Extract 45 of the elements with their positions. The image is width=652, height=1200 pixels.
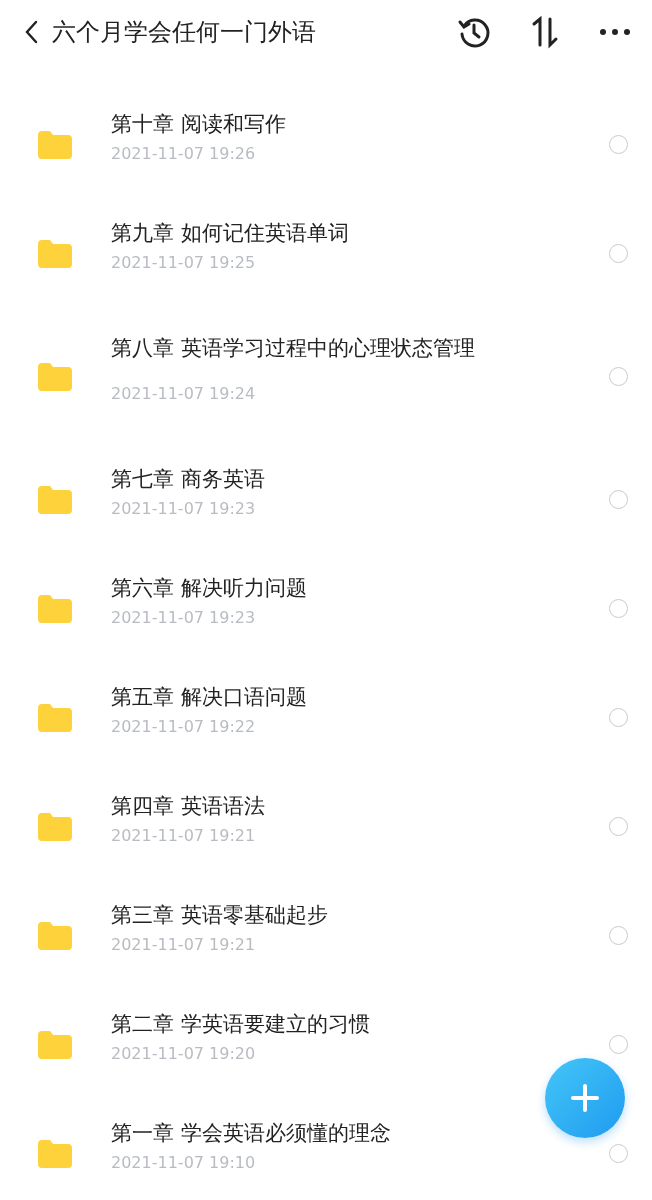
folder-name[interactable]: 第二章 学英语要建立的习惯 xyxy=(111,1010,370,1038)
folder-icon xyxy=(38,485,72,514)
folder-icon xyxy=(38,812,72,841)
folder-name[interactable]: 第五章 解决口语问题 xyxy=(111,683,307,711)
folder-name[interactable]: 第四章 英语语法 xyxy=(111,792,265,820)
plus-icon xyxy=(570,1083,600,1113)
folder-name[interactable]: 第九章 如何记住英语单词 xyxy=(111,219,349,247)
folder-icon xyxy=(38,1139,72,1168)
select-radio[interactable] xyxy=(609,367,628,386)
page-title: 六个月学会任何一门外语 xyxy=(52,17,317,48)
select-radio[interactable] xyxy=(609,135,628,154)
folder-date: 2021-11-07 19:23 xyxy=(111,608,256,627)
folder-date: 2021-11-07 19:23 xyxy=(111,499,256,518)
folder-name[interactable]: 第十章 阅读和写作 xyxy=(111,110,286,138)
more-icon[interactable] xyxy=(598,27,632,37)
folder-date: 2021-11-07 19:26 xyxy=(111,144,256,163)
folder-name[interactable]: 第一章 学会英语必须懂的理念 xyxy=(111,1119,391,1147)
folder-name[interactable]: 第七章 商务英语 xyxy=(111,465,265,493)
add-button[interactable] xyxy=(545,1058,625,1138)
select-radio[interactable] xyxy=(609,1035,628,1054)
folder-date: 2021-11-07 19:10 xyxy=(111,1153,256,1172)
folder-date: 2021-11-07 19:20 xyxy=(111,1044,256,1063)
folder-date: 2021-11-07 19:21 xyxy=(111,935,256,954)
folder-date: 2021-11-07 19:24 xyxy=(111,384,256,403)
select-radio[interactable] xyxy=(609,244,628,263)
select-radio[interactable] xyxy=(609,599,628,618)
folder-icon xyxy=(38,239,72,268)
folder-icon xyxy=(38,362,72,391)
select-radio[interactable] xyxy=(609,926,628,945)
folder-date: 2021-11-07 19:21 xyxy=(111,826,256,845)
folder-date: 2021-11-07 19:25 xyxy=(111,253,256,272)
folder-icon xyxy=(38,130,72,159)
folder-date: 2021-11-07 19:22 xyxy=(111,717,256,736)
folder-name[interactable]: 第三章 英语零基础起步 xyxy=(111,901,328,929)
folder-icon xyxy=(38,703,72,732)
back-icon[interactable] xyxy=(24,20,38,44)
select-radio[interactable] xyxy=(609,708,628,727)
select-radio[interactable] xyxy=(609,1144,628,1163)
folder-name[interactable]: 第六章 解决听力问题 xyxy=(111,574,307,602)
folder-icon xyxy=(38,594,72,623)
folder-name[interactable]: 第八章 英语学习过程中的心理状态管理 xyxy=(111,334,475,362)
folder-icon xyxy=(38,1030,72,1059)
folder-icon xyxy=(38,921,72,950)
select-radio[interactable] xyxy=(609,817,628,836)
select-radio[interactable] xyxy=(609,490,628,509)
